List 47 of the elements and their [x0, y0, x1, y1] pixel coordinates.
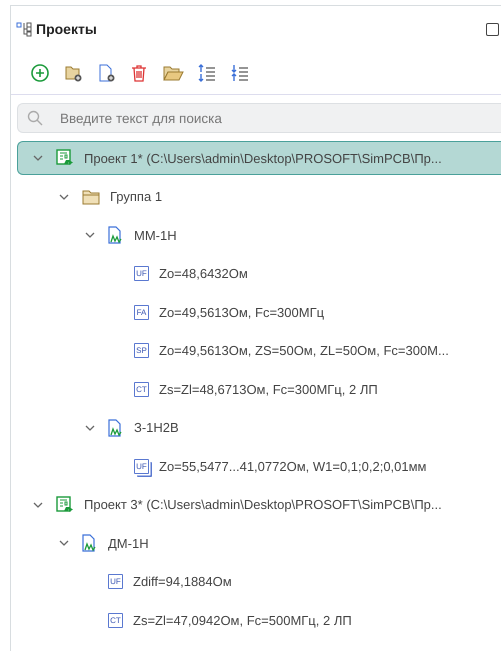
document-wave-icon — [108, 418, 124, 436]
panel-title: Проекты — [36, 21, 98, 37]
folder-icon — [82, 188, 100, 204]
tree-row[interactable]: З-1Н2В — [17, 410, 501, 444]
tree-icon — [16, 21, 32, 37]
tree-row[interactable]: UF Zo=55,5477...41,0772Ом, W1=0,1;0,2;0,01мм — [17, 449, 501, 483]
tree-row[interactable]: UF Zdiff=94,1884Ом — [17, 564, 501, 598]
tree-label: Группа 1 — [110, 189, 162, 204]
result-badge: CT — [108, 612, 123, 628]
result-badge: CT — [134, 382, 149, 396]
collapse-all-icon[interactable] — [230, 63, 250, 83]
result-badge: UF — [108, 574, 123, 589]
tree-label: Проект 1* (C:\Users\admin\Desktop\PROSOFT\SimPCB\Пр... — [84, 150, 442, 166]
tree-row[interactable]: Проект 1* (C:\Users\admin\Desktop\PROSOFT\SimPCB\Пр... — [17, 141, 501, 175]
tree-row[interactable]: ДМ-1Н — [17, 526, 501, 560]
tree-label: Zo=49,5613Ом, ZS=50Ом, ZL=50Ом, Fc=300М... — [159, 343, 449, 358]
tree-label: Zs=Zl=48,6713Ом, Fc=300МГц, 2 ЛП — [159, 382, 378, 396]
tree-label: ММ-1Н — [134, 228, 177, 242]
tree-label: Zo=48,6432Ом — [159, 266, 248, 281]
tree-label: З-1Н2В — [134, 420, 179, 435]
search-icon — [27, 110, 43, 126]
maximize-icon[interactable] — [486, 22, 499, 36]
board-icon — [56, 496, 74, 514]
trash-icon[interactable] — [129, 63, 149, 83]
tree-row[interactable]: ММ-1Н — [17, 218, 501, 252]
tree-row[interactable]: SP Zo=49,5613Ом, ZS=50Ом, ZL=50Ом, Fc=300М... — [17, 334, 501, 368]
tree-label: Zo=49,5613Ом, Fc=300МГц — [159, 304, 324, 320]
tree-row[interactable]: FA Zo=49,5613Ом, Fc=300МГц — [17, 295, 501, 329]
tree-label: Zdiff=94,1884Ом — [133, 574, 232, 589]
tree-label: Zo=55,5477...41,0772Ом, W1=0,1;0,2;0,01мм — [159, 458, 426, 474]
tree-row[interactable]: Группа 1 — [17, 180, 501, 214]
tree-row[interactable]: UF Zo=48,6432Ом — [17, 256, 501, 290]
tree-row[interactable]: CT Zs=Zl=48,6713Ом, Fc=300МГц, 2 ЛП — [17, 372, 501, 406]
document-wave-icon — [108, 226, 124, 244]
tree-row[interactable]: CT Zs=Zl=47,0942Ом, Fc=500МГц, 2 ЛП — [17, 603, 501, 637]
document-wave-icon — [82, 534, 98, 552]
tree-row[interactable]: Проект 3* (C:\Users\admin\Desktop\PROSOFT\SimPCB\Пр... — [17, 488, 501, 522]
expand-all-icon[interactable] — [197, 63, 217, 83]
board-icon — [56, 149, 74, 167]
search-field[interactable]: Введите текст для поиска — [17, 103, 501, 133]
tree-label: Проект 3* (C:\Users\admin\Desktop\PROSOFT\SimPCB\Пр... — [84, 497, 442, 512]
add-icon[interactable] — [30, 63, 50, 83]
result-badge: UF — [134, 266, 149, 281]
tree-label: Zs=Zl=47,0942Ом, Fc=500МГц, 2 ЛП — [133, 612, 352, 628]
result-badge: FA — [134, 304, 149, 320]
tree-label: ДМ-1Н — [108, 536, 149, 550]
result-badge: SP — [134, 343, 149, 358]
